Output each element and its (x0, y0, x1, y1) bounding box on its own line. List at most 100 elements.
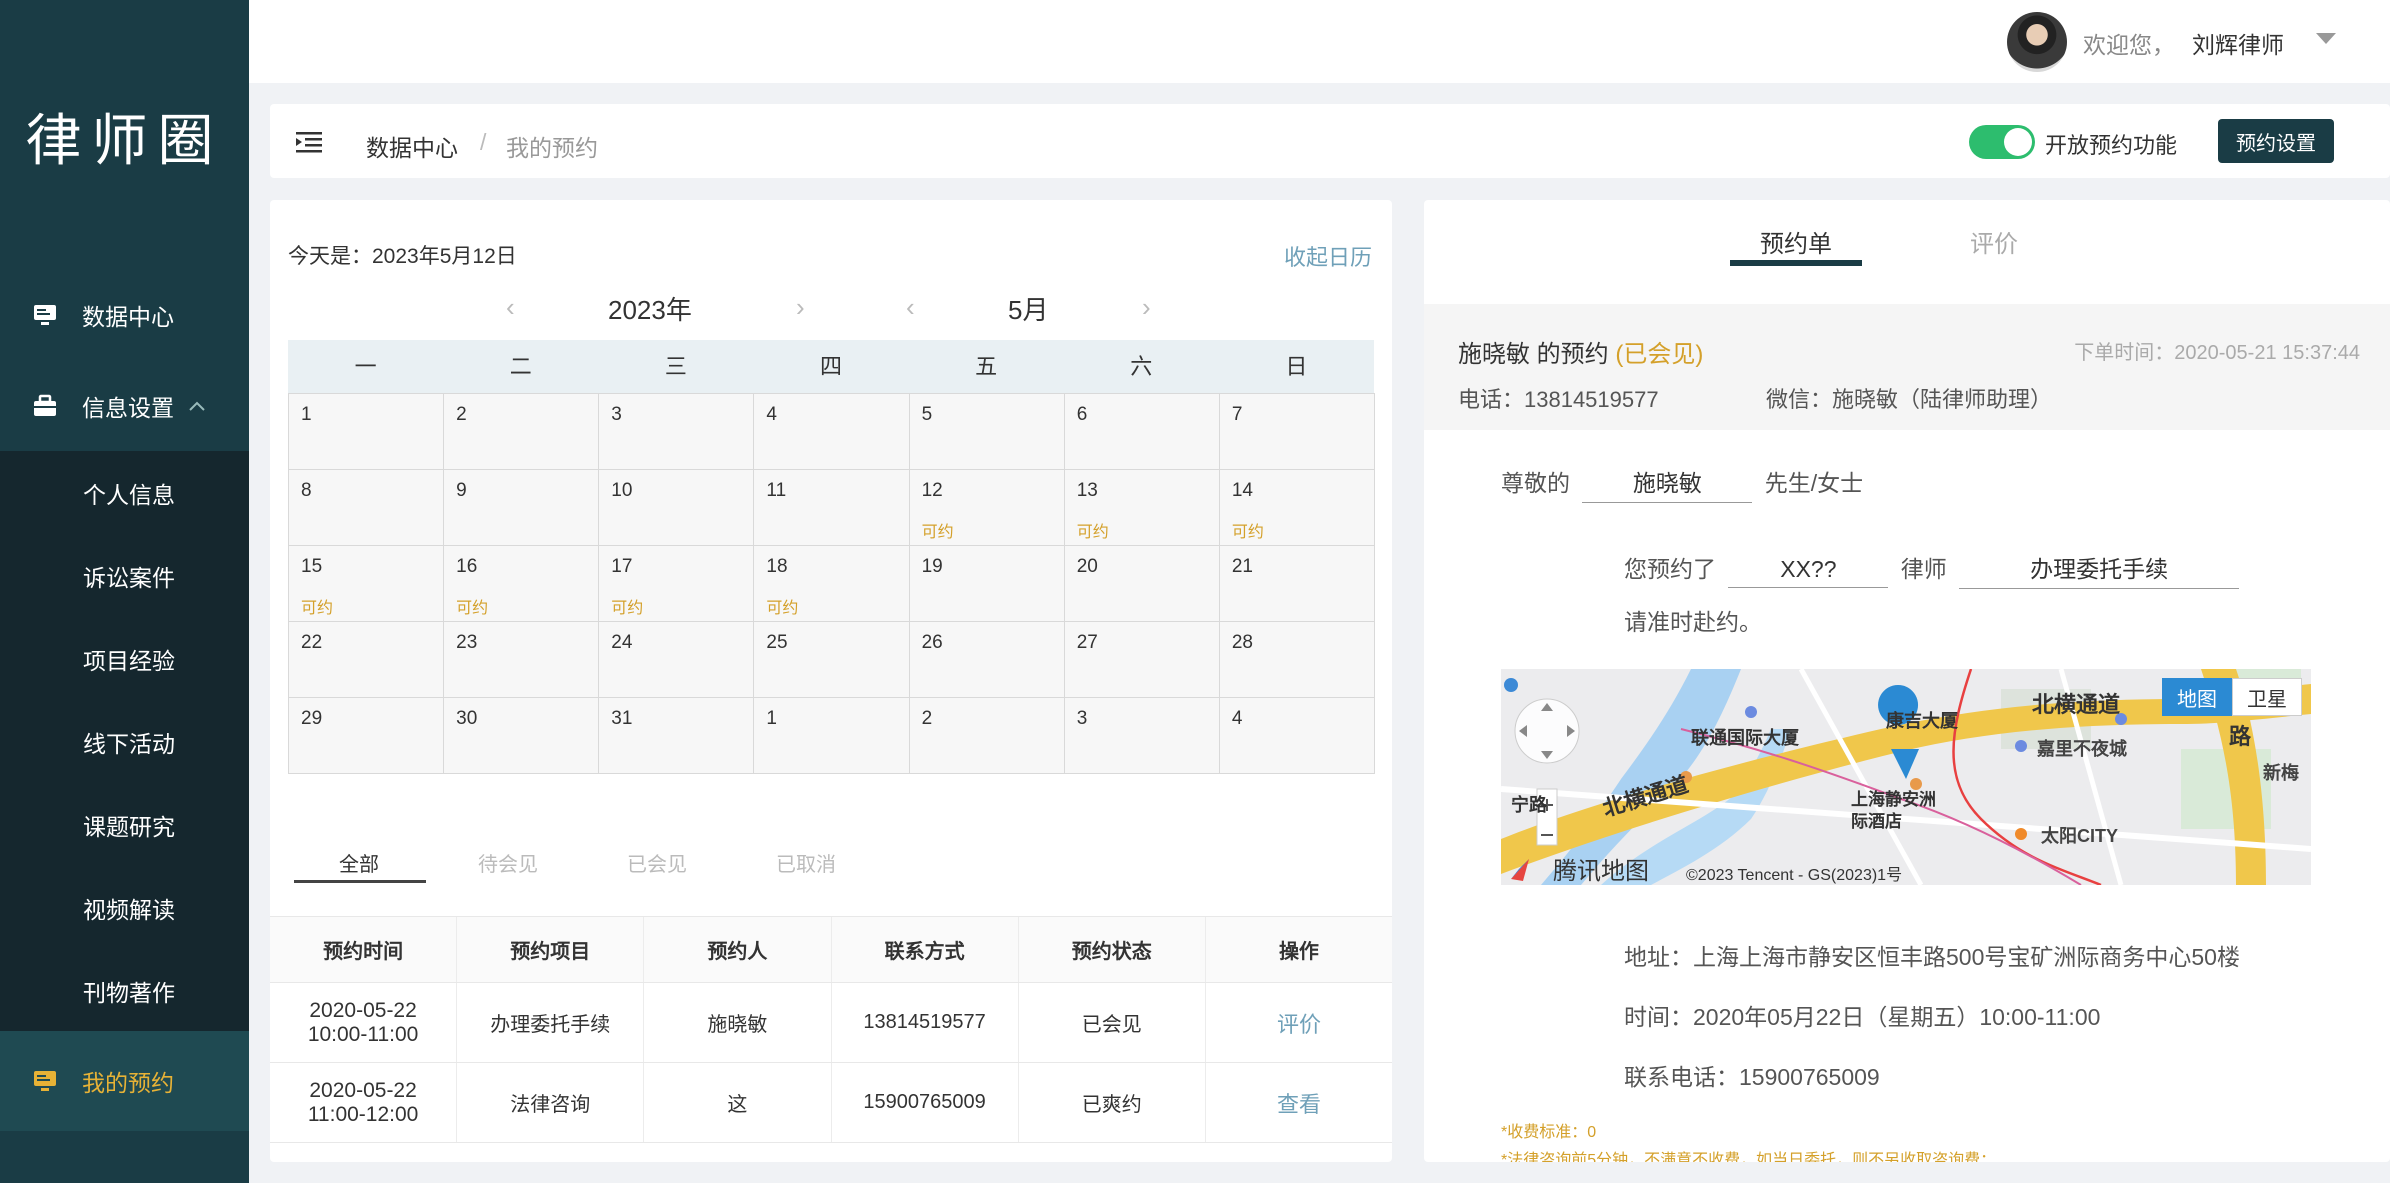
calendar-day-number: 8 (301, 480, 312, 501)
weekday: 四 (819, 354, 842, 379)
calendar-day-cell[interactable]: 14 可约 (1218, 469, 1375, 546)
weekday: 日 (1285, 354, 1308, 379)
calendar-day-cell[interactable]: 24 (598, 621, 755, 698)
avatar[interactable] (2007, 12, 2067, 72)
map-type-button[interactable]: 地图 (2162, 678, 2232, 716)
table-row[interactable]: 2020-05-22 10:00-11:00 办理委托手续 施晓敏 138145… (270, 983, 1392, 1063)
view-link[interactable]: 查看 (1206, 1063, 1392, 1142)
prev-year-icon[interactable]: ‹ (506, 292, 515, 323)
prev-month-icon[interactable]: ‹ (906, 292, 915, 323)
calendar-day-cell[interactable]: 8 (288, 469, 445, 546)
cell-person: 施晓敏 (644, 983, 832, 1062)
tab-pending[interactable]: 待会见 (443, 848, 573, 877)
tab-cancelled[interactable]: 已取消 (741, 848, 871, 877)
calendar-day-cell[interactable]: 17 可约 (598, 545, 755, 622)
calendar-day-cell[interactable]: 10 (598, 469, 755, 546)
breadcrumb-parent[interactable]: 数据中心 (366, 129, 458, 163)
menu-fold-icon[interactable] (296, 130, 324, 154)
booking-settings-button[interactable]: 预约设置 (2218, 119, 2334, 163)
calendar-day-cell[interactable]: 29 (288, 697, 445, 774)
calendar-day-cell[interactable]: 13 可约 (1063, 469, 1220, 546)
calendar-day-cell[interactable]: 2 (908, 697, 1065, 774)
calendar-day-cell[interactable]: 31 (598, 697, 755, 774)
review-link[interactable]: 评价 (1206, 983, 1392, 1062)
calendar-body: 1 2 3 4 5 6 7 8 9 10 11 12 可约 13 可约 14 可约 15 可约 16 可约 17 可约 18 可… (288, 393, 1375, 774)
calendar-day-cell[interactable]: 27 (1063, 621, 1220, 698)
sidebar-item-offline-events[interactable]: 线下活动 (0, 700, 249, 783)
booking-summary: 施晓敏 的预约 (已会见) 下单时间：2020-05-21 15:37:44 电… (1424, 304, 2390, 430)
sidebar-item-personal-info[interactable]: 个人信息 (0, 451, 249, 534)
calendar-day-cell[interactable]: 19 (908, 545, 1065, 622)
sidebar-item-data-center[interactable]: 数据中心 (0, 269, 249, 361)
calendar-day-cell[interactable]: 22 (288, 621, 445, 698)
calendar-day-cell[interactable]: 7 (1218, 393, 1375, 470)
calendar-day-cell[interactable]: 28 (1218, 621, 1375, 698)
username[interactable]: 刘辉律师 (2192, 26, 2284, 60)
available-badge: 可约 (921, 524, 954, 541)
calendar-day-cell[interactable]: 30 (443, 697, 600, 774)
available-badge: 可约 (301, 600, 334, 617)
table-row[interactable]: 2020-05-22 11:00-12:00 法律咨询 这 1590076500… (270, 1063, 1392, 1143)
calendar-day-cell[interactable]: 1 (288, 393, 445, 470)
sidebar-item-research[interactable]: 课题研究 (0, 783, 249, 866)
calendar-day-cell[interactable]: 15 可约 (288, 545, 445, 622)
calendar-day-cell[interactable]: 11 (753, 469, 910, 546)
sidebar-item-info-settings[interactable]: 信息设置 (0, 361, 249, 451)
calendar-day-number: 2 (921, 708, 933, 729)
location-map[interactable]: 北横通道 北横通道 联通国际大厦 康吉大厦 嘉里不夜城 新梅 上海静安洲际酒店 … (1501, 669, 2311, 885)
sidebar-item-video[interactable]: 视频解读 (0, 866, 249, 949)
next-month-icon[interactable]: › (1142, 292, 1151, 323)
tab-met[interactable]: 已会见 (592, 848, 722, 877)
calendar-day-cell[interactable]: 21 (1218, 545, 1375, 622)
greeting-suffix: 先生/女士 (1764, 470, 1864, 496)
client-wechat: 微信：施晓敏（陆律师助理） (1766, 387, 2053, 412)
booking-toggle[interactable] (1969, 125, 2035, 159)
calendar-week-row: 1 2 3 4 5 6 7 (288, 393, 1375, 470)
tab-review[interactable]: 评价 (1970, 224, 2018, 259)
calendar-day-number: 28 (1231, 632, 1253, 653)
info-settings-submenu: 个人信息 诉讼案件 项目经验 线下活动 课题研究 视频解读 刊物著作 (0, 451, 249, 1031)
breadcrumb-separator: / (480, 129, 487, 155)
welcome-text: 欢迎您， (2083, 32, 2175, 58)
calendar-day-number: 1 (766, 708, 777, 729)
tab-booking-form[interactable]: 预约单 (1730, 224, 1862, 259)
calendar-day-cell[interactable]: 4 (1218, 697, 1375, 774)
sidebar-item-label: 信息设置 (82, 395, 174, 421)
calendar-day-cell[interactable]: 18 可约 (753, 545, 910, 622)
calendar-day-cell[interactable]: 20 (1063, 545, 1220, 622)
calendar-day-cell[interactable]: 25 (753, 621, 910, 698)
satellite-type-button[interactable]: 卫星 (2232, 678, 2302, 716)
booked-line: 您预约了 XX?? 律师 办理委托手续 (1624, 550, 2245, 589)
sidebar-item-litigation-cases[interactable]: 诉讼案件 (0, 534, 249, 617)
calendar-day-cell[interactable]: 16 可约 (443, 545, 600, 622)
map-label: 上海静安洲际酒店 (1851, 790, 1936, 831)
calendar-day-number: 25 (766, 632, 788, 653)
calendar-day-number: 19 (921, 556, 943, 577)
calendar-day-cell[interactable]: 12 可约 (908, 469, 1065, 546)
calendar-day-cell[interactable]: 1 (753, 697, 910, 774)
calendar-day-number: 5 (921, 404, 933, 425)
collapse-calendar-link[interactable]: 收起日历 (1284, 240, 1372, 272)
sidebar-item-publications[interactable]: 刊物著作 (0, 949, 249, 1032)
calendar-day-cell[interactable]: 2 (443, 393, 600, 470)
calendar-day-cell[interactable]: 9 (443, 469, 600, 546)
sidebar-item-my-bookings[interactable]: 我的预约 (0, 1031, 249, 1131)
cell-time: 2020-05-22 11:00-12:00 (270, 1063, 458, 1142)
sidebar-item-project-experience[interactable]: 项目经验 (0, 617, 249, 700)
tab-all[interactable]: 全部 (294, 848, 424, 877)
calendar-day-cell[interactable]: 4 (753, 393, 910, 470)
booking-status: (已会见) (1615, 341, 1704, 368)
caret-down-icon[interactable] (2316, 33, 2336, 44)
calendar-day-cell[interactable]: 23 (443, 621, 600, 698)
map-label: 联通国际大厦 (1691, 728, 1799, 748)
calendar-day-number: 10 (611, 480, 633, 501)
client-phone: 电话：13814519577 (1458, 387, 1659, 412)
calendar-day-cell[interactable]: 26 (908, 621, 1065, 698)
map-brand: 腾讯地图 (1553, 858, 1649, 885)
breadcrumb-current: 我的预约 (506, 135, 598, 161)
calendar-day-cell[interactable]: 3 (598, 393, 755, 470)
next-year-icon[interactable]: › (796, 292, 805, 323)
calendar-day-cell[interactable]: 6 (1063, 393, 1220, 470)
calendar-day-cell[interactable]: 3 (1063, 697, 1220, 774)
calendar-day-cell[interactable]: 5 (908, 393, 1065, 470)
